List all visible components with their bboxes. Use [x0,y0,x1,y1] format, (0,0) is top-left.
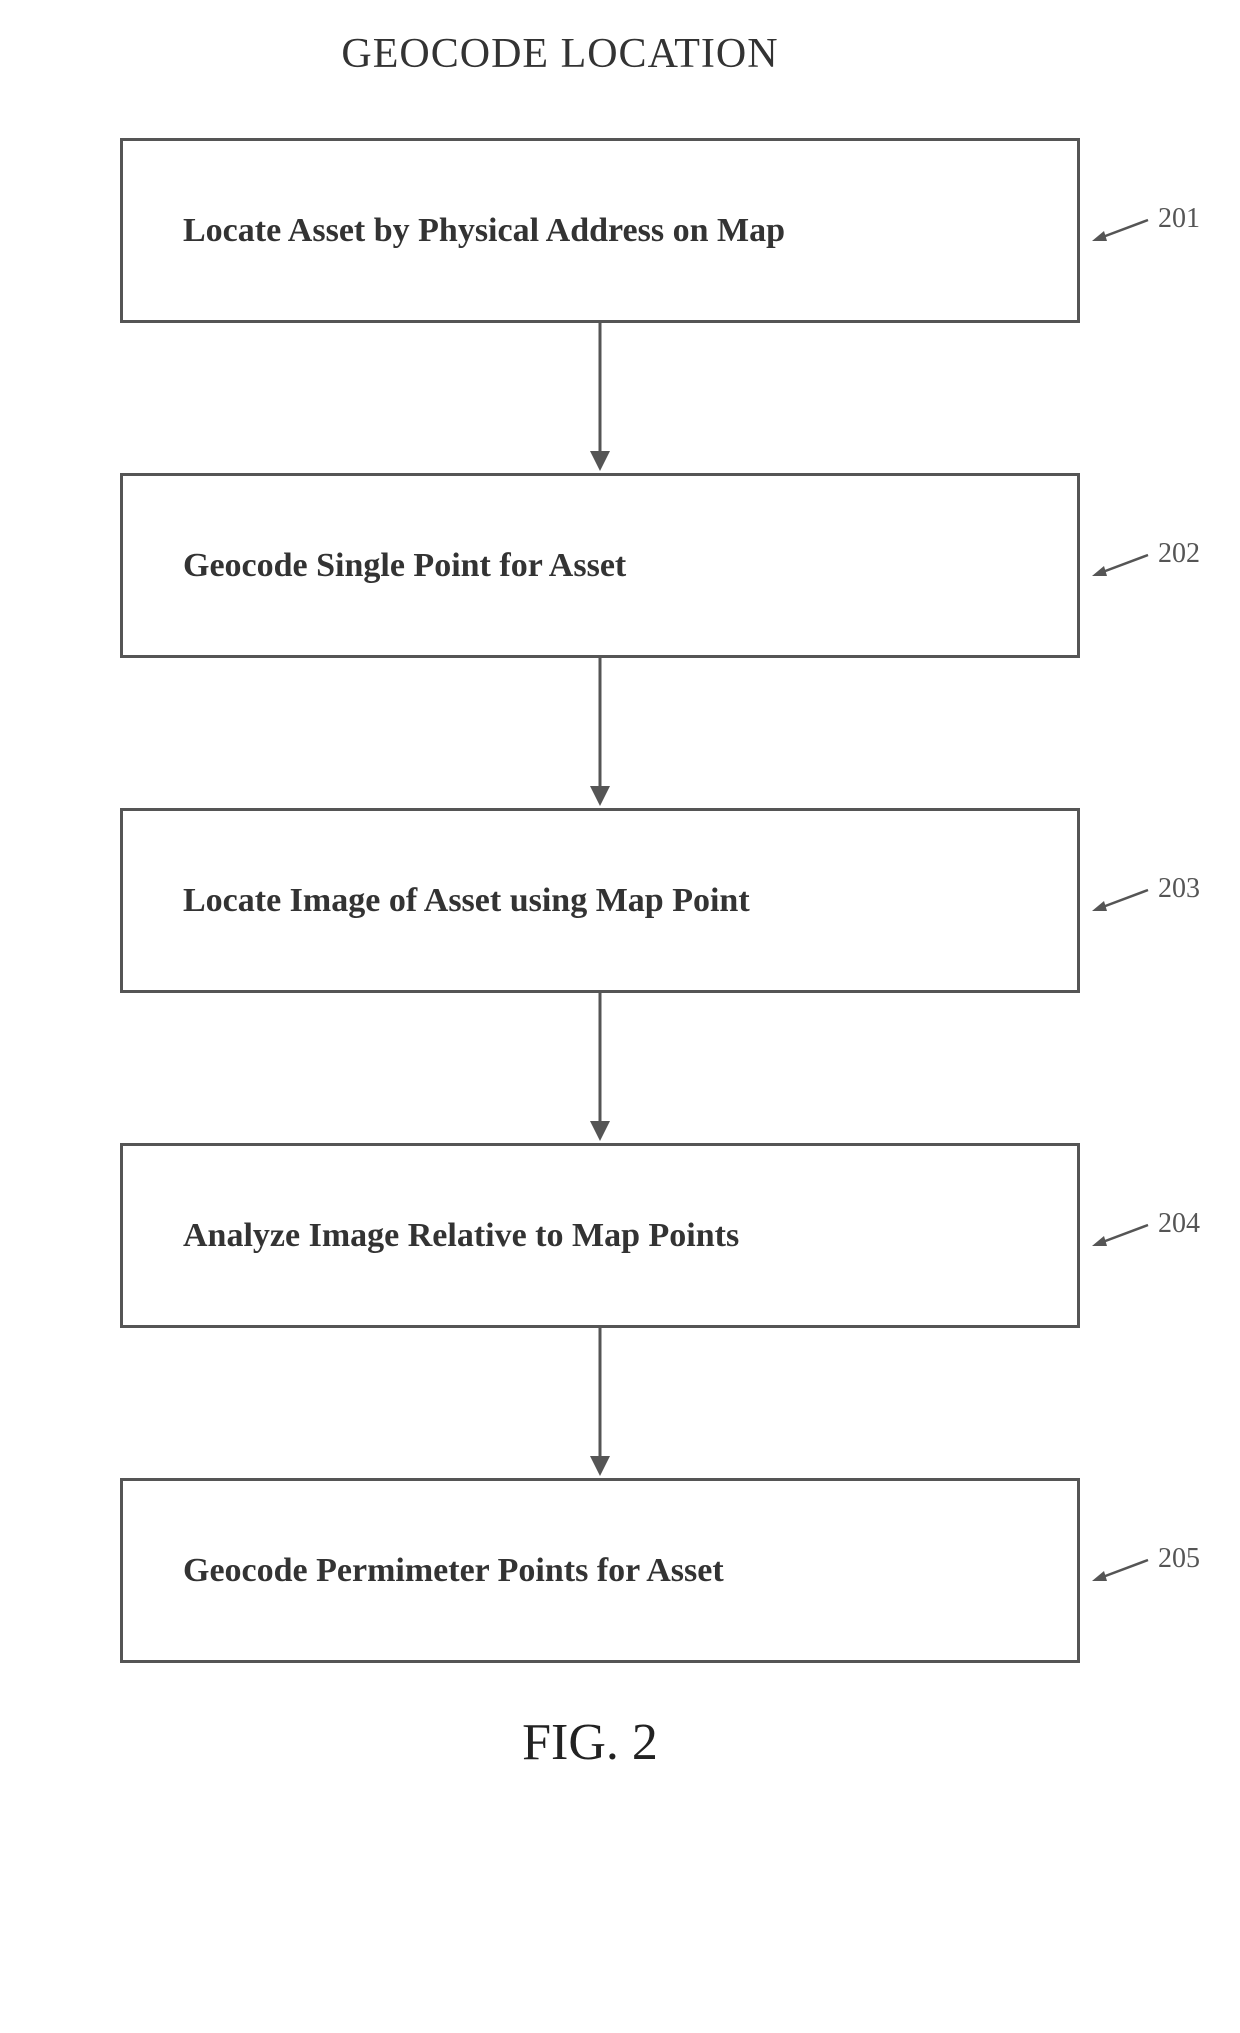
reference-arrow-icon [1090,1556,1150,1586]
figure-label: FIG. 2 [522,1713,658,1772]
step-row: Analyze Image Relative to Map Points 204 [120,1143,1080,1328]
flowchart-box: Geocode Permimeter Points for Asset [120,1478,1080,1663]
flowchart-box: Analyze Image Relative to Map Points [120,1143,1080,1328]
reference-number: 205 [1158,1543,1200,1575]
box-text: Locate Image of Asset using Map Point [183,882,750,920]
flowchart-box: Locate Asset by Physical Address on Map [120,138,1080,323]
connector-arrow-icon [580,658,620,808]
box-text: Geocode Permimeter Points for Asset [183,1552,724,1590]
step-row: Locate Image of Asset using Map Point 20… [120,808,1080,993]
reference-arrow-icon [1090,1221,1150,1251]
reference-number: 203 [1158,873,1200,905]
reference-group: 204 [1090,1220,1200,1252]
diagram-title: GEOCODE LOCATION [341,30,778,78]
box-text: Geocode Single Point for Asset [183,547,626,585]
reference-number: 201 [1158,203,1200,235]
diagram-container: GEOCODE LOCATION Locate Asset by Physica… [0,30,1240,1772]
step-row: Locate Asset by Physical Address on Map … [120,138,1080,323]
box-text: Analyze Image Relative to Map Points [183,1217,739,1255]
reference-group: 203 [1090,885,1200,917]
reference-group: 205 [1090,1555,1200,1587]
reference-arrow-icon [1090,886,1150,916]
step-row: Geocode Single Point for Asset 202 [120,473,1080,658]
reference-number: 204 [1158,1208,1200,1240]
connector-arrow-icon [580,993,620,1143]
reference-group: 201 [1090,215,1200,247]
flowchart-box: Locate Image of Asset using Map Point [120,808,1080,993]
connector-arrow-icon [580,1328,620,1478]
reference-group: 202 [1090,550,1200,582]
reference-arrow-icon [1090,551,1150,581]
connector-arrow-icon [580,323,620,473]
flowchart: Locate Asset by Physical Address on Map … [120,138,1080,1663]
flowchart-box: Geocode Single Point for Asset [120,473,1080,658]
step-row: Geocode Permimeter Points for Asset 205 [120,1478,1080,1663]
box-text: Locate Asset by Physical Address on Map [183,212,785,250]
reference-number: 202 [1158,538,1200,570]
reference-arrow-icon [1090,216,1150,246]
